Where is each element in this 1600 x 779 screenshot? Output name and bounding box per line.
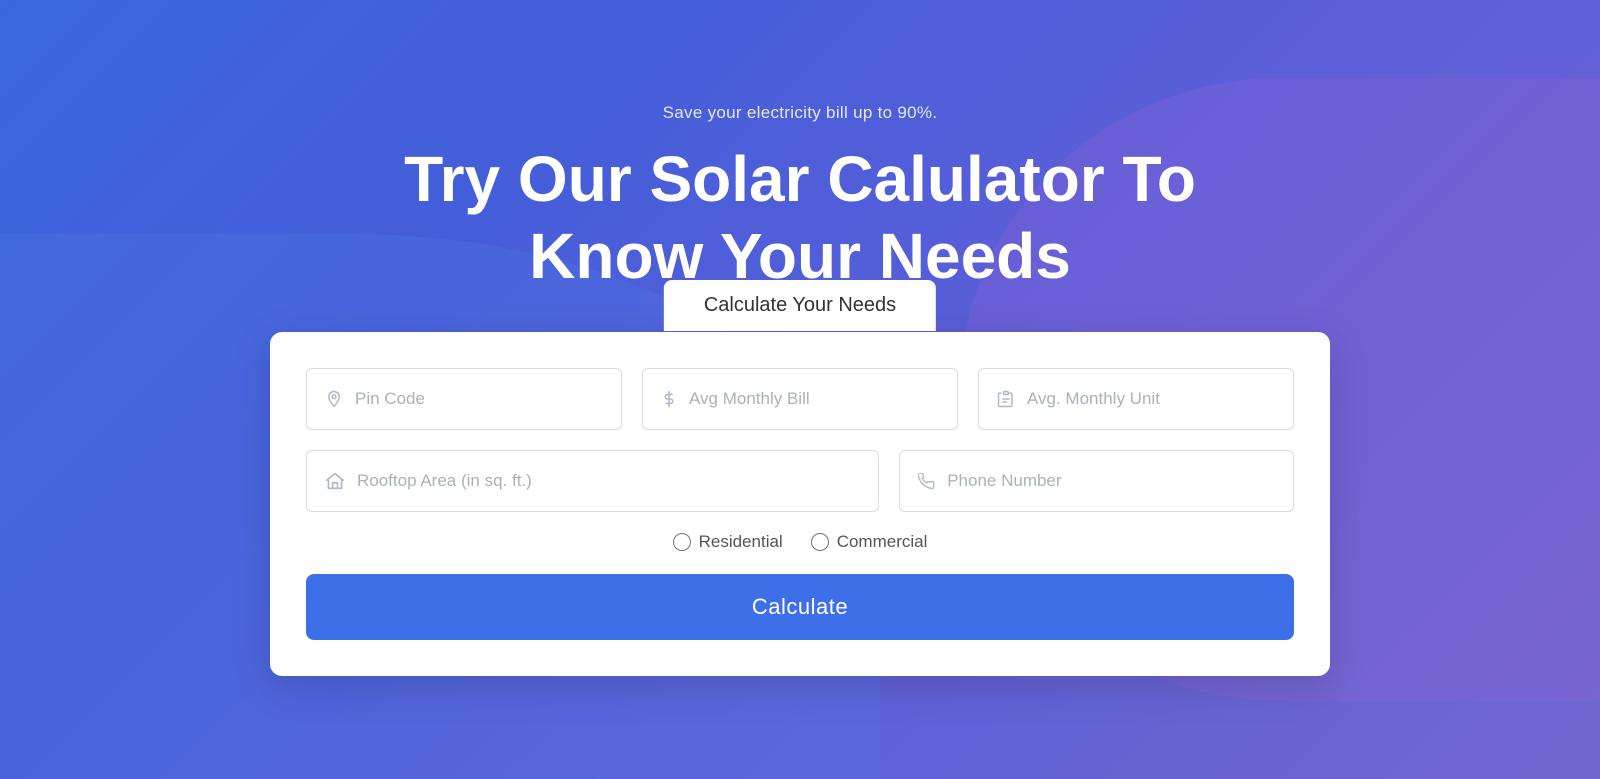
commercial-radio-label[interactable]: Commercial: [811, 532, 928, 552]
pin-code-input[interactable]: [355, 389, 603, 409]
form-row-2: [306, 450, 1294, 512]
radio-row: Residential Commercial: [306, 532, 1294, 552]
phone-number-input[interactable]: [947, 471, 1275, 491]
tab-bar: Calculate Your Needs: [664, 280, 936, 331]
phone-number-field: [899, 450, 1294, 512]
pin-code-field: [306, 368, 622, 430]
calculate-button[interactable]: Calculate: [306, 574, 1294, 640]
form-row-1: [306, 368, 1294, 430]
avg-monthly-bill-field: [642, 368, 958, 430]
clipboard-icon: [997, 390, 1015, 408]
avg-monthly-bill-input[interactable]: [689, 389, 939, 409]
residential-label: Residential: [699, 532, 783, 552]
hero-section: Save your electricity bill up to 90%. Tr…: [0, 0, 1600, 779]
residential-radio[interactable]: [673, 533, 691, 551]
tab-calculate-needs[interactable]: Calculate Your Needs: [664, 280, 936, 331]
rooftop-icon: [325, 472, 345, 490]
avg-monthly-unit-field: [978, 368, 1294, 430]
commercial-radio[interactable]: [811, 533, 829, 551]
residential-radio-label[interactable]: Residential: [673, 532, 783, 552]
pin-code-icon: [325, 390, 343, 408]
avg-monthly-unit-input[interactable]: [1027, 389, 1275, 409]
hero-content: Save your electricity bill up to 90%. Tr…: [200, 103, 1400, 677]
hero-subtitle: Save your electricity bill up to 90%.: [663, 103, 938, 123]
rooftop-area-input[interactable]: [357, 471, 860, 491]
dollar-icon: [661, 390, 677, 408]
rooftop-area-field: [306, 450, 879, 512]
hero-title: Try Our Solar Calulator To Know Your Nee…: [350, 141, 1250, 295]
commercial-label: Commercial: [837, 532, 928, 552]
phone-icon: [918, 473, 935, 490]
calculator-container: Calculate Your Needs: [270, 332, 1330, 676]
